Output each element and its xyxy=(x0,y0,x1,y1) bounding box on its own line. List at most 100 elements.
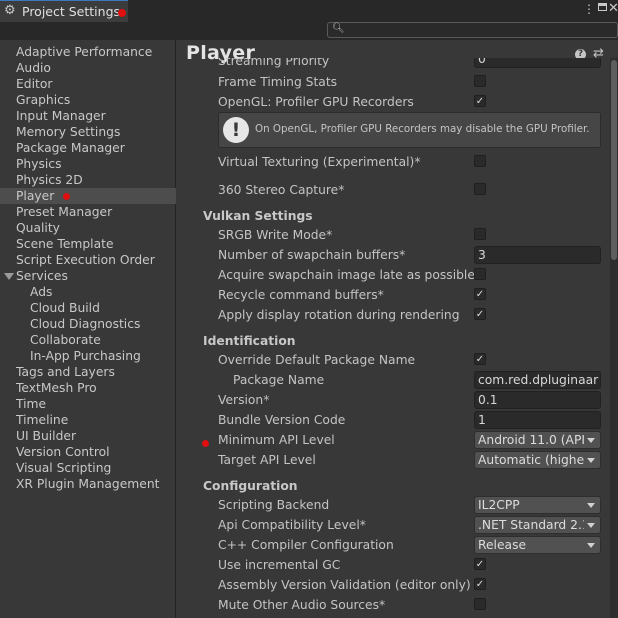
api-compat-dropdown[interactable]: .NET Standard 2.1 xyxy=(474,516,601,534)
sidebar-item-physics-2d[interactable]: Physics 2D xyxy=(16,172,83,188)
min-api-level-dropdown[interactable]: Android 11.0 (API level 30) xyxy=(474,431,601,449)
sidebar-item-player[interactable]: Player xyxy=(16,188,54,204)
assembly-validation-checkbox[interactable]: ✓ xyxy=(474,578,486,590)
sidebar-item-cloud-build[interactable]: Cloud Build xyxy=(30,300,100,316)
identification-heading: Identification xyxy=(203,334,296,348)
sidebar-item-input-manager[interactable]: Input Manager xyxy=(16,108,106,124)
sidebar-item-physics[interactable]: Physics xyxy=(16,156,61,172)
cpp-compiler-value: Release xyxy=(478,538,527,552)
sidebar-item-adaptive-performance[interactable]: Adaptive Performance xyxy=(16,44,152,60)
api-compat-value: .NET Standard 2.1 xyxy=(478,518,584,532)
min-api-warning-indicator xyxy=(202,440,209,447)
tab-project-settings[interactable]: ⚙ Project Settings xyxy=(0,0,128,22)
scripting-backend-dropdown[interactable]: IL2CPP xyxy=(474,496,601,514)
sidebar-item-audio[interactable]: Audio xyxy=(16,60,51,76)
min-api-level-label: Minimum API Level xyxy=(218,433,335,447)
unsaved-indicator xyxy=(118,9,126,17)
swapchain-buffers-field[interactable]: 3 xyxy=(474,246,601,264)
close-icon[interactable]: ✕ xyxy=(608,1,618,16)
stereo-capture-checkbox[interactable] xyxy=(474,183,486,195)
min-api-level-value: Android 11.0 (API level 30) xyxy=(478,433,584,447)
cpp-compiler-label: C++ Compiler Configuration xyxy=(218,538,394,552)
streaming-priority-field[interactable]: 0 xyxy=(474,58,601,68)
srgb-write-mode-checkbox[interactable] xyxy=(474,228,486,240)
sidebar-item-scene-template[interactable]: Scene Template xyxy=(16,236,114,252)
sidebar-item-version-control[interactable]: Version Control xyxy=(16,444,110,460)
sidebar-item-ui-builder[interactable]: UI Builder xyxy=(16,428,76,444)
override-package-checkbox[interactable]: ✓ xyxy=(474,353,486,365)
maximize-icon[interactable] xyxy=(598,3,607,11)
configuration-heading: Configuration xyxy=(203,479,298,493)
package-name-field[interactable]: com.red.dpluginaar xyxy=(474,371,601,389)
search-box[interactable]: 🔍︎ xyxy=(327,22,618,38)
more-vertical-icon[interactable]: ⋮ xyxy=(583,2,595,16)
opengl-profiler-checkbox[interactable]: ✓ xyxy=(474,95,486,107)
sidebar-item-xr-plugin-management[interactable]: XR Plugin Management xyxy=(16,476,159,492)
sidebar-item-graphics[interactable]: Graphics xyxy=(16,92,70,108)
sidebar-item-script-execution-order[interactable]: Script Execution Order xyxy=(16,252,155,268)
sidebar-item-visual-scripting[interactable]: Visual Scripting xyxy=(16,460,111,476)
scripting-backend-value: IL2CPP xyxy=(478,498,520,512)
mute-audio-label: Mute Other Audio Sources* xyxy=(218,598,386,612)
api-compat-label: Api Compatibility Level* xyxy=(218,518,366,532)
search-icon: 🔍︎ xyxy=(332,23,345,34)
target-api-level-label: Target API Level xyxy=(218,453,316,467)
dropdown-arrow-icon xyxy=(587,543,595,548)
virtual-texturing-label: Virtual Texturing (Experimental)* xyxy=(218,155,421,169)
recycle-buffers-label: Recycle command buffers* xyxy=(218,288,384,302)
tab-title: Project Settings xyxy=(22,4,121,19)
dropdown-arrow-icon xyxy=(587,523,595,528)
sidebar: Adaptive Performance Audio Editor Graphi… xyxy=(0,40,176,618)
sidebar-item-preset-manager[interactable]: Preset Manager xyxy=(16,204,112,220)
vulkan-settings-heading: Vulkan Settings xyxy=(203,209,313,223)
sidebar-item-services[interactable]: Services xyxy=(16,268,68,284)
sidebar-item-collaborate[interactable]: Collaborate xyxy=(30,332,101,348)
streaming-priority-label: Streaming Priority xyxy=(218,58,330,68)
gear-icon: ⚙ xyxy=(4,3,16,18)
mute-audio-checkbox[interactable] xyxy=(474,598,486,610)
sidebar-item-cloud-diagnostics[interactable]: Cloud Diagnostics xyxy=(30,316,140,332)
scrollbar-thumb[interactable] xyxy=(611,60,617,260)
display-rotation-label: Apply display rotation during rendering xyxy=(218,308,460,322)
acquire-late-label: Acquire swapchain image late as possible… xyxy=(218,268,482,282)
warning-icon: ! xyxy=(223,117,249,143)
srgb-write-mode-label: SRGB Write Mode* xyxy=(218,228,333,242)
sidebar-item-package-manager[interactable]: Package Manager xyxy=(16,140,125,156)
sidebar-item-timeline[interactable]: Timeline xyxy=(16,412,68,428)
sidebar-item-in-app-purchasing[interactable]: In-App Purchasing xyxy=(30,348,141,364)
stereo-capture-label: 360 Stereo Capture* xyxy=(218,183,345,197)
sidebar-item-textmesh-pro[interactable]: TextMesh Pro xyxy=(16,380,97,396)
frame-timing-stats-checkbox[interactable] xyxy=(474,75,486,87)
cpp-compiler-dropdown[interactable]: Release xyxy=(474,536,601,554)
version-field[interactable]: 0.1 xyxy=(474,391,601,409)
package-name-label: Package Name xyxy=(233,373,325,387)
recycle-buffers-checkbox[interactable]: ✓ xyxy=(474,288,486,300)
search-input[interactable] xyxy=(344,23,614,37)
sidebar-item-time[interactable]: Time xyxy=(16,396,46,412)
acquire-late-checkbox[interactable] xyxy=(474,268,486,280)
dropdown-arrow-icon xyxy=(587,503,595,508)
sidebar-item-memory-settings[interactable]: Memory Settings xyxy=(16,124,120,140)
display-rotation-checkbox[interactable]: ✓ xyxy=(474,308,486,320)
incremental-gc-checkbox[interactable]: ✓ xyxy=(474,558,486,570)
target-api-level-dropdown[interactable]: Automatic (highest installed) xyxy=(474,451,601,469)
dropdown-arrow-icon xyxy=(587,438,595,443)
target-api-level-value: Automatic (highest installed) xyxy=(478,453,584,467)
chevron-down-icon[interactable] xyxy=(4,273,14,280)
player-settings-content: Streaming Priority 0 Frame Timing Stats … xyxy=(196,58,610,618)
swapchain-buffers-label: Number of swapchain buffers* xyxy=(218,248,406,262)
sidebar-item-editor[interactable]: Editor xyxy=(16,76,52,92)
sidebar-item-tags-and-layers[interactable]: Tags and Layers xyxy=(16,364,115,380)
scripting-backend-label: Scripting Backend xyxy=(218,498,330,512)
override-package-label: Override Default Package Name xyxy=(218,353,416,367)
bundle-version-code-label: Bundle Version Code xyxy=(218,413,346,427)
assembly-validation-label: Assembly Version Validation (editor only… xyxy=(218,578,471,592)
frame-timing-stats-label: Frame Timing Stats xyxy=(218,75,338,89)
bundle-version-code-field[interactable]: 1 xyxy=(474,411,601,429)
opengl-help-box: ! On OpenGL, Profiler GPU Recorders may … xyxy=(218,112,601,148)
opengl-help-message: On OpenGL, Profiler GPU Recorders may di… xyxy=(255,123,590,135)
sidebar-item-quality[interactable]: Quality xyxy=(16,220,60,236)
sidebar-item-ads[interactable]: Ads xyxy=(30,284,52,300)
virtual-texturing-checkbox[interactable] xyxy=(474,155,486,167)
incremental-gc-label: Use incremental GC xyxy=(218,558,341,572)
